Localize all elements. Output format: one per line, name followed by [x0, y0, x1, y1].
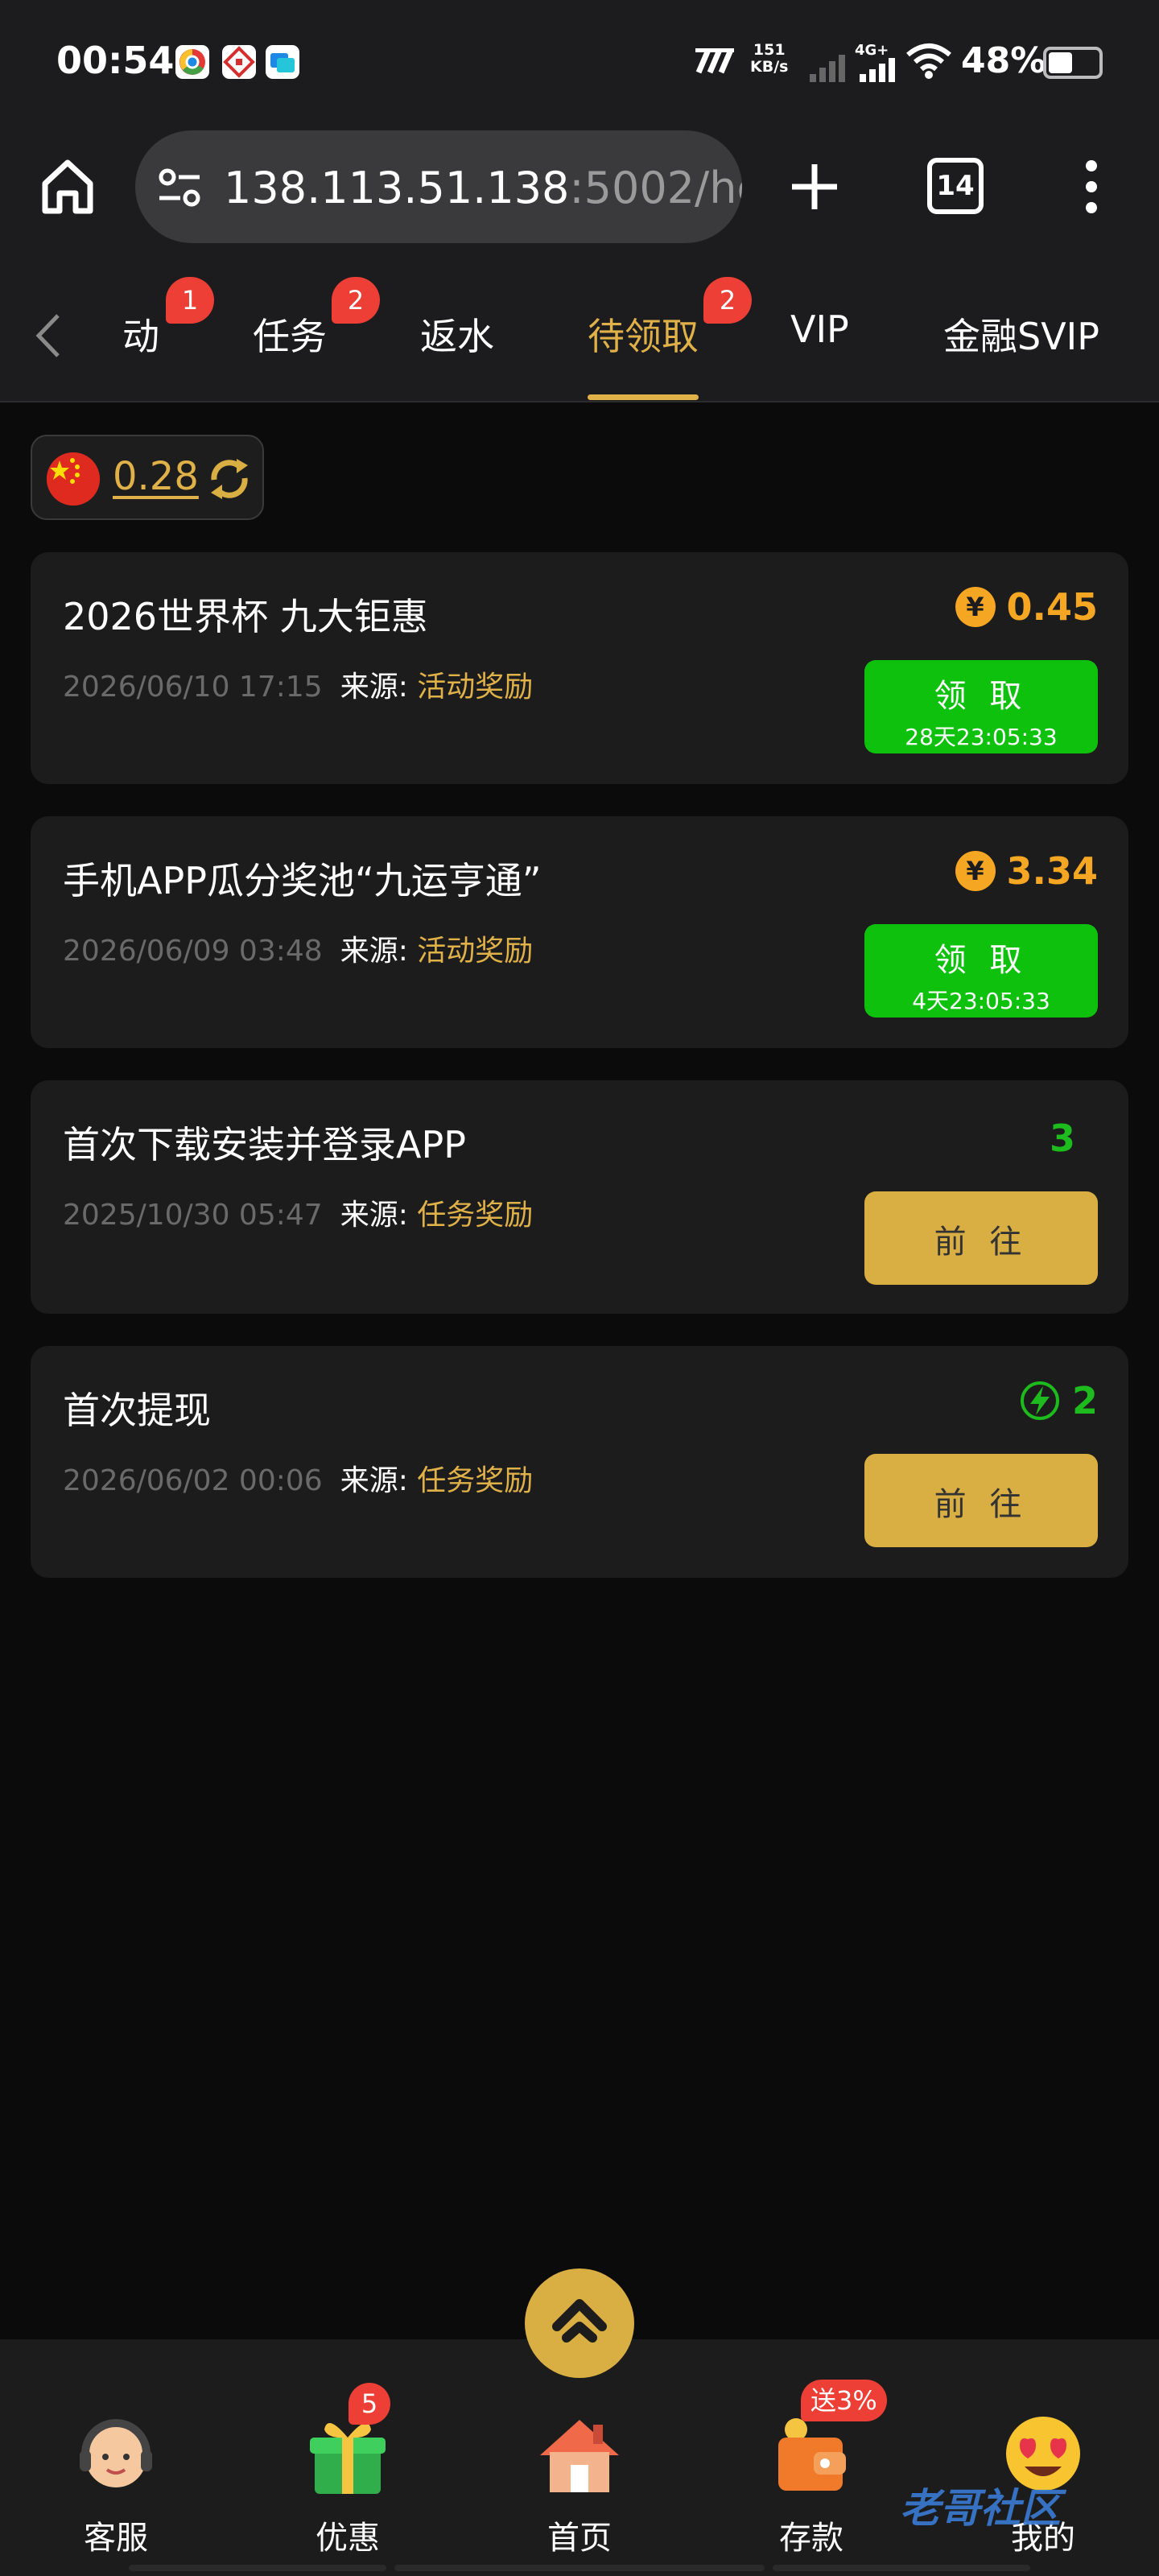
- wifi-icon: [906, 42, 951, 82]
- reward-date: 2026/06/10 17:15: [63, 671, 323, 704]
- signal-icon: [858, 58, 898, 85]
- house-icon: [535, 2412, 624, 2500]
- more-menu-icon[interactable]: [1075, 155, 1107, 219]
- net-speed-value: 151: [753, 41, 786, 59]
- reward-source: 任务奖励: [417, 1464, 534, 1497]
- scroll-top-button[interactable]: [525, 2268, 634, 2378]
- reward-source: 活动奖励: [417, 935, 534, 968]
- reward-source: 任务奖励: [417, 1199, 534, 1232]
- battery-icon: [1043, 47, 1103, 79]
- message-app-icon: [266, 45, 299, 79]
- site-settings-icon[interactable]: [156, 164, 203, 211]
- reward-title: 2026世界杯 九大钜惠: [63, 595, 428, 638]
- promo-count-badge: 5: [349, 2383, 390, 2425]
- network-type: 4G+: [855, 42, 889, 59]
- balance-value[interactable]: 0.28: [113, 454, 199, 499]
- gift-icon: 5: [303, 2383, 392, 2500]
- tab-switcher-button[interactable]: 14: [927, 158, 984, 214]
- nav-label: 首页: [547, 2520, 612, 2557]
- chevron-left-icon[interactable]: [29, 308, 69, 364]
- nav-label: 优惠: [316, 2520, 380, 2557]
- gesture-bar: [773, 2565, 1030, 2571]
- claim-button-label: 领 取: [934, 942, 1029, 979]
- reward-title: 手机APP瓜分奖池“九运亨通”: [63, 859, 542, 902]
- gesture-bar: [394, 2565, 765, 2571]
- community-watermark-logo: 老哥社区: [900, 2485, 1061, 2532]
- tab-pending-claim[interactable]: 待领取: [588, 308, 699, 361]
- reward-date: 2026/06/09 03:48: [63, 935, 323, 968]
- go-button-label: 前 往: [934, 1486, 1029, 1523]
- source-label: 来源:: [340, 1464, 408, 1497]
- go-button[interactable]: 前 往: [864, 1191, 1098, 1285]
- tab-badge: 1: [166, 277, 214, 324]
- url-text[interactable]: 138.113.51.138:5002/home: [224, 163, 742, 213]
- gesture-bar: [129, 2565, 386, 2571]
- status-bar: 00:54 151 KB/s 4G+ 48%: [0, 0, 1159, 121]
- reward-card: 首次提现 2026/06/02 00:06 来源: 任务奖励 2 前 往: [31, 1346, 1128, 1578]
- nav-customer-service[interactable]: 客服: [35, 2412, 196, 2558]
- refresh-icon[interactable]: [204, 454, 254, 504]
- url-path: :5002/home: [569, 163, 742, 213]
- bank-app-icon: [222, 45, 256, 79]
- signal-weak-icon: [808, 50, 847, 85]
- source-label: 来源:: [340, 1199, 408, 1232]
- reward-amount: 3: [1049, 1117, 1075, 1160]
- reward-card: 手机APP瓜分奖池“九运亨通” 2026/06/09 03:48 来源: 活动奖励…: [31, 816, 1128, 1048]
- tab-vip[interactable]: VIP: [790, 308, 849, 351]
- nav-label: 存款: [779, 2520, 843, 2557]
- tab-rebate[interactable]: 返水: [420, 308, 494, 361]
- active-tab-indicator: [588, 394, 699, 400]
- deposit-bonus-badge: 送3%: [801, 2380, 887, 2421]
- wallet-icon: 送3%: [767, 2380, 887, 2500]
- chrome-app-icon: [175, 45, 209, 79]
- go-button-label: 前 往: [934, 1224, 1029, 1261]
- reward-amount: 0.45: [1006, 585, 1099, 629]
- tab-badge: 2: [332, 277, 380, 324]
- reward-amount: 2: [1071, 1379, 1098, 1422]
- net-speed-unit: KB/s: [750, 58, 789, 76]
- nav-home[interactable]: 首页: [499, 2412, 660, 2558]
- nav-deposit[interactable]: 送3% 存款: [731, 2380, 892, 2558]
- reward-title: 首次下载安装并登录APP: [63, 1123, 466, 1166]
- tab-badge: 2: [703, 277, 752, 324]
- url-host: 138.113.51.138: [224, 163, 570, 213]
- claim-countdown: 4天23:05:33: [912, 988, 1050, 1014]
- new-tab-plus-icon[interactable]: [782, 155, 847, 219]
- reward-date: 2025/10/30 05:47: [63, 1199, 323, 1232]
- china-flag-icon: [47, 452, 100, 506]
- go-button[interactable]: 前 往: [864, 1454, 1098, 1547]
- reward-date: 2026/06/02 00:06: [63, 1464, 323, 1497]
- balance-chip: 0.28: [31, 435, 264, 520]
- coin-icon: ¥: [955, 851, 996, 891]
- reward-title: 首次提现: [63, 1389, 211, 1432]
- reward-card: 2026世界杯 九大钜惠 2026/06/10 17:15 来源: 活动奖励 ¥ …: [31, 552, 1128, 784]
- source-label: 来源:: [340, 935, 408, 968]
- tab-tasks[interactable]: 任务: [253, 308, 327, 361]
- source-label: 来源:: [340, 671, 408, 704]
- address-bar[interactable]: 138.113.51.138:5002/home: [135, 130, 742, 243]
- home-icon[interactable]: [35, 155, 100, 219]
- lightning-icon: [1019, 1380, 1061, 1422]
- nav-promotions[interactable]: 5 优惠: [267, 2383, 428, 2558]
- claim-button[interactable]: 领 取 4天23:05:33: [864, 924, 1098, 1018]
- reward-card: 首次下载安装并登录APP 2025/10/30 05:47 来源: 任务奖励 3 …: [31, 1080, 1128, 1314]
- claim-button[interactable]: 领 取 28天23:05:33: [864, 660, 1098, 753]
- category-tabs: 动 1 任务 2 返水 待领取 2 VIP 金融SVIP: [0, 266, 1159, 402]
- support-agent-icon: [72, 2412, 160, 2500]
- coin-icon: ¥: [955, 587, 996, 627]
- status-time: 00:54: [56, 39, 175, 82]
- browser-toolbar: 138.113.51.138:5002/home 14: [0, 121, 1159, 266]
- reward-amount: 3.34: [1006, 849, 1099, 893]
- nav-label: 客服: [84, 2520, 148, 2557]
- claim-button-label: 领 取: [934, 678, 1029, 715]
- reward-source: 活动奖励: [417, 671, 534, 704]
- data-transfer-icon: [694, 47, 739, 77]
- tab-activity[interactable]: 动: [122, 308, 159, 361]
- tab-finance-svip[interactable]: 金融SVIP: [943, 308, 1099, 361]
- battery-percent: 48%: [961, 40, 1046, 81]
- claim-countdown: 28天23:05:33: [905, 724, 1058, 750]
